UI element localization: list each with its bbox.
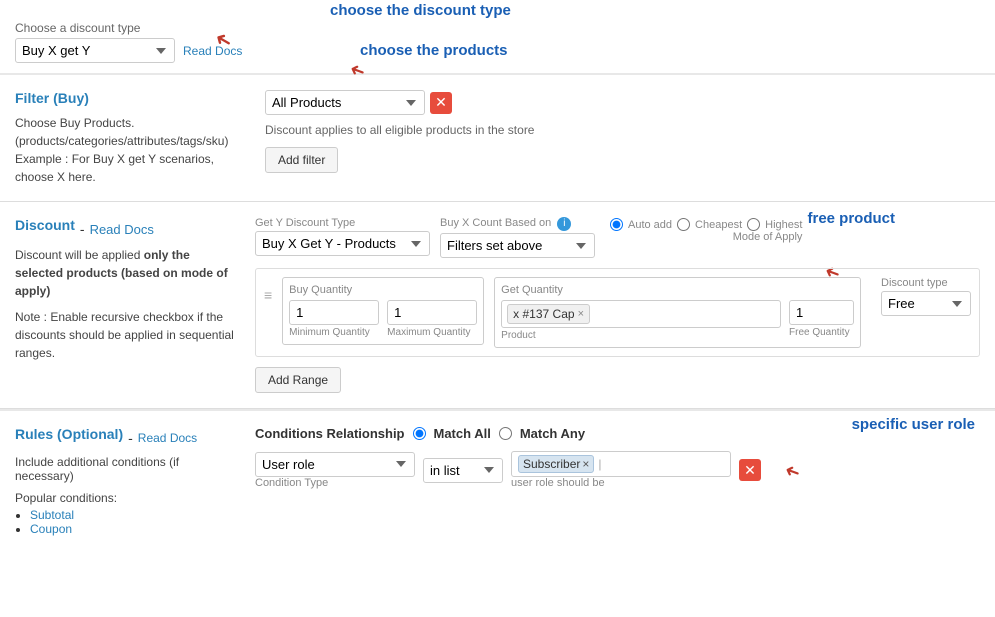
mode-highest-label: Highest xyxy=(765,219,802,231)
discount-type-free-select[interactable]: Free xyxy=(881,291,971,316)
subscriber-tag: Subscriber × xyxy=(518,455,594,473)
get-y-type-select[interactable]: Buy X Get Y - Products xyxy=(255,231,430,256)
condition-type-select[interactable]: User role xyxy=(255,452,415,477)
min-qty-label: Minimum Quantity xyxy=(289,327,379,338)
coupon-link[interactable]: Coupon xyxy=(30,522,72,536)
discount-desc-2: Note : Enable recursive checkbox if the … xyxy=(15,308,235,362)
max-qty-label: Maximum Quantity xyxy=(387,327,477,338)
tag-remove[interactable]: × xyxy=(582,457,589,471)
tag-text: Subscriber xyxy=(523,457,580,471)
add-range-button[interactable]: Add Range xyxy=(255,367,341,393)
mode-auto-add-radio[interactable] xyxy=(610,218,623,231)
user-roles-input-box[interactable]: Subscriber × | xyxy=(511,451,731,477)
discount-read-docs[interactable]: Read Docs xyxy=(90,222,154,237)
annotation-user-role: specific user role xyxy=(852,416,975,433)
min-quantity-input[interactable]: 1 xyxy=(289,300,379,325)
discount-dash: - xyxy=(80,221,85,237)
filter-heading: Filter (Buy) xyxy=(15,90,235,106)
condition-type-label: Condition Type xyxy=(255,477,415,489)
user-role-should-be-label: user role should be xyxy=(511,477,731,489)
rules-heading: Rules (Optional) xyxy=(15,426,123,442)
mode-highest-radio[interactable] xyxy=(747,218,760,231)
free-quantity-input[interactable]: 1 xyxy=(789,300,854,325)
discount-heading: Discount xyxy=(15,217,75,233)
annotation-free-product: free product xyxy=(807,210,895,227)
annotation-products: choose the products xyxy=(360,42,508,59)
buy-qty-label: Buy Quantity xyxy=(289,284,477,296)
mode-apply-label: Mode of Apply xyxy=(610,231,802,243)
filter-description: Choose Buy Products. (products/categorie… xyxy=(15,114,235,150)
subtotal-link[interactable]: Subtotal xyxy=(30,508,74,522)
get-qty-label: Get Quantity xyxy=(501,284,854,296)
remove-condition-button[interactable]: ✕ xyxy=(739,459,761,481)
conditions-rel-label: Conditions Relationship xyxy=(255,426,405,441)
product-tag-remove[interactable]: × xyxy=(578,308,584,320)
add-filter-button[interactable]: Add filter xyxy=(265,147,338,173)
free-qty-label: Free Quantity xyxy=(789,327,854,338)
mode-auto-add-label: Auto add xyxy=(628,219,672,231)
match-any-radio[interactable] xyxy=(499,427,512,440)
product-label: Product xyxy=(501,330,781,341)
get-y-type-label: Get Y Discount Type xyxy=(255,217,430,229)
annotation-discount-type: choose the discount type xyxy=(330,2,511,19)
max-quantity-input[interactable]: 1 xyxy=(387,300,477,325)
rules-description: Include additional conditions (if necess… xyxy=(15,455,235,483)
match-all-label: Match All xyxy=(434,426,491,441)
popular-label: Popular conditions: xyxy=(15,491,235,505)
rules-read-docs[interactable]: Read Docs xyxy=(138,431,197,445)
discount-type-select[interactable]: Buy X get Y xyxy=(15,38,175,63)
drag-handle[interactable]: ≡ xyxy=(264,277,272,303)
match-any-label: Match Any xyxy=(520,426,585,441)
mode-cheapest-label: Cheapest xyxy=(695,219,742,231)
discount-type-label: Choose a discount type xyxy=(15,21,242,35)
match-all-radio[interactable] xyxy=(413,427,426,440)
product-tag: x #137 Cap × xyxy=(507,304,590,324)
condition-operator-select[interactable]: in list xyxy=(423,458,503,483)
filter-help-text: Discount applies to all eligible product… xyxy=(265,123,980,137)
info-icon[interactable]: i xyxy=(557,217,571,231)
product-filter-select[interactable]: All Products xyxy=(265,90,425,115)
buy-x-count-select[interactable]: Filters set above xyxy=(440,233,595,258)
rules-dash: - xyxy=(128,430,133,446)
buy-x-count-label: Buy X Count Based on i xyxy=(440,217,595,231)
discount-desc-1: Discount will be applied only the select… xyxy=(15,246,235,300)
product-tag-text: x #137 Cap xyxy=(513,307,574,321)
filter-example: Example : For Buy X get Y scenarios, cho… xyxy=(15,150,235,186)
discount-type-select-label: Discount type xyxy=(881,277,971,289)
mode-cheapest-radio[interactable] xyxy=(677,218,690,231)
clear-filter-button[interactable]: ✕ xyxy=(430,92,452,114)
